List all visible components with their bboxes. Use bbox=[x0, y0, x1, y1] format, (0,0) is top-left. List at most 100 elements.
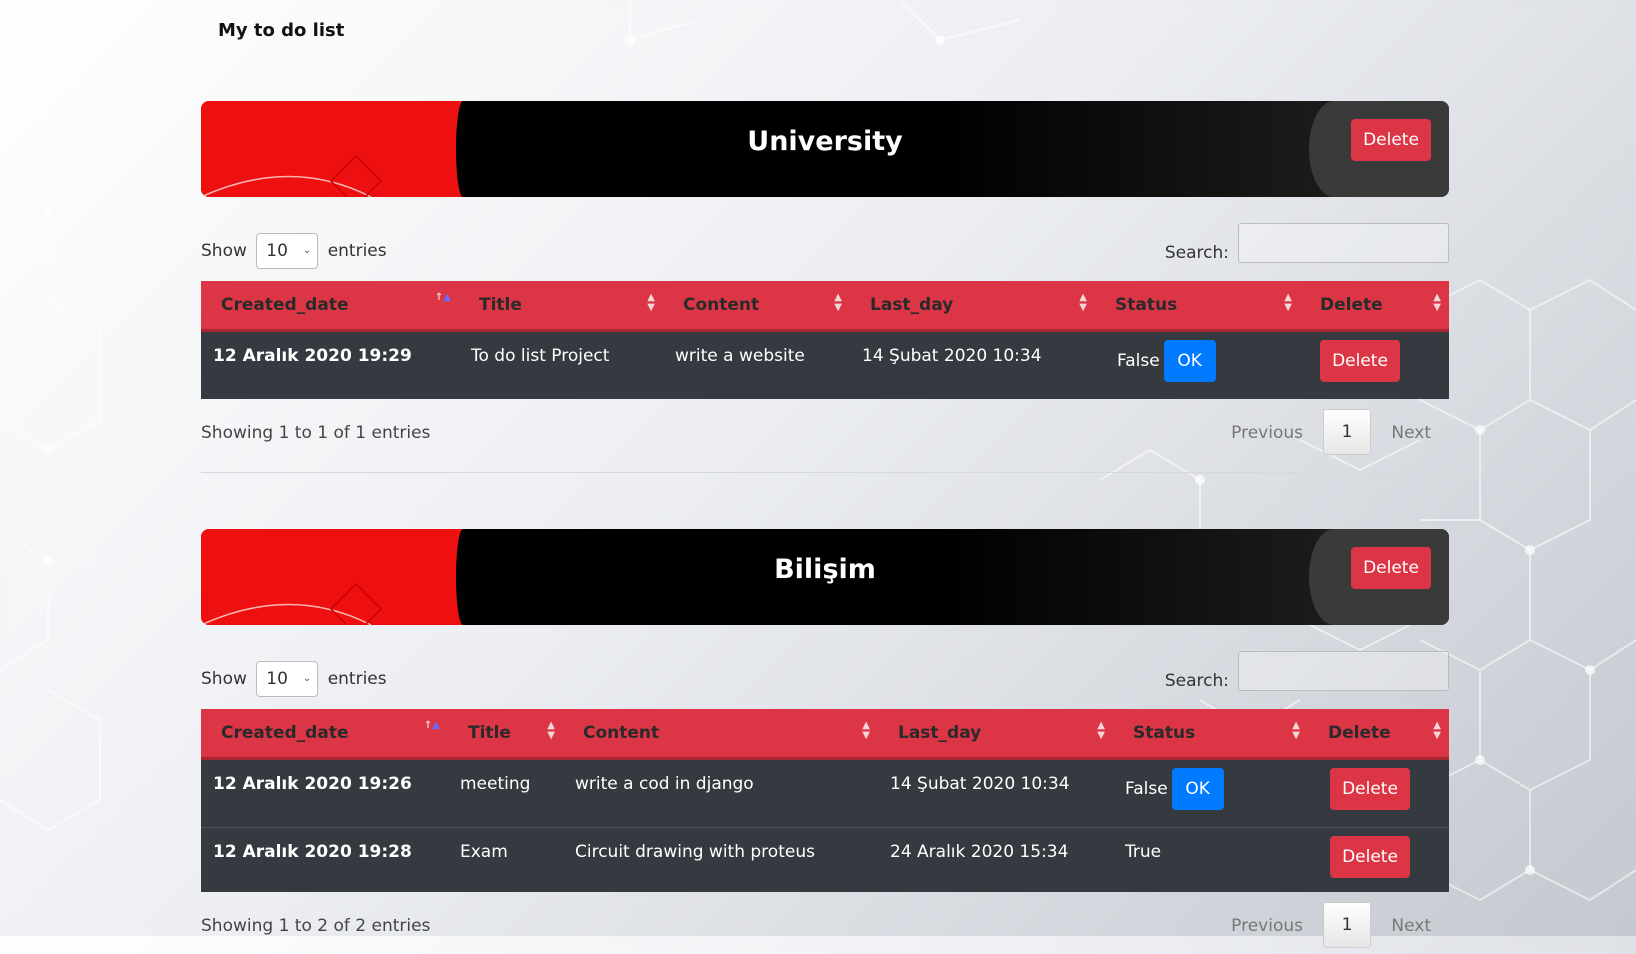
sort-icon: ▲ ▼ bbox=[862, 720, 870, 741]
table-footer: Showing 1 to 2 of 2 entries Previous 1 N… bbox=[201, 892, 1449, 954]
column-label: Delete bbox=[1328, 723, 1391, 743]
sort-icon: ▲ ▼ bbox=[1433, 292, 1441, 313]
column-header-delete[interactable]: Delete ▲ ▼ bbox=[1300, 281, 1449, 332]
cell-content: Circuit drawing with proteus bbox=[563, 827, 878, 892]
cell-last-day: 14 Şubat 2020 10:34 bbox=[850, 330, 1095, 399]
cell-delete: Delete bbox=[1308, 758, 1449, 828]
previous-page-button[interactable]: Previous bbox=[1231, 916, 1303, 936]
todo-list-university: University Delete Show 10 ⌄ entries Searc… bbox=[201, 101, 1449, 461]
cell-status: False OK bbox=[1095, 330, 1300, 399]
page-size-value: 10 bbox=[266, 241, 288, 261]
delete-list-button[interactable]: Delete bbox=[1351, 119, 1431, 161]
chevron-down-icon: ⌄ bbox=[302, 673, 312, 684]
todo-list-bilisim: Bilişim Delete Show 10 ⌄ entries Search: … bbox=[201, 529, 1449, 954]
column-label: Delete bbox=[1320, 295, 1383, 315]
page-size-value: 10 bbox=[266, 669, 288, 689]
page-number-button[interactable]: 1 bbox=[1323, 408, 1371, 455]
section-divider bbox=[201, 472, 1449, 473]
column-header-status[interactable]: Status ▲ ▼ bbox=[1095, 281, 1300, 332]
cell-title: meeting bbox=[448, 758, 563, 828]
column-label: Status bbox=[1115, 295, 1178, 315]
cell-last-day: 14 Şubat 2020 10:34 bbox=[878, 758, 1113, 828]
column-header-last-day[interactable]: Last_day ▲ ▼ bbox=[878, 709, 1113, 760]
todo-table: Created_date ↑▲ Title ▲ ▼ Content ▲ ▼ Last_da… bbox=[201, 709, 1449, 892]
entries-label: entries bbox=[327, 241, 387, 261]
cell-created-date: 12 Aralık 2020 19:26 bbox=[201, 758, 448, 828]
cell-content: write a website bbox=[663, 330, 850, 399]
column-header-title[interactable]: Title ▲ ▼ bbox=[459, 281, 663, 332]
cell-created-date: 12 Aralık 2020 19:28 bbox=[201, 827, 448, 892]
column-label: Title bbox=[468, 723, 511, 743]
page-size-control: Show 10 ⌄ entries bbox=[201, 661, 387, 697]
page-size-select[interactable]: 10 ⌄ bbox=[256, 233, 319, 269]
cell-delete: Delete bbox=[1300, 330, 1449, 399]
column-header-created-date[interactable]: Created_date ↑▲ bbox=[201, 709, 448, 760]
cell-created-date: 12 Aralık 2020 19:29 bbox=[201, 330, 459, 399]
column-header-content[interactable]: Content ▲ ▼ bbox=[563, 709, 878, 760]
table-controls: Show 10 ⌄ entries Search: bbox=[201, 651, 1449, 709]
sort-icon: ▲ ▼ bbox=[1292, 720, 1300, 741]
entries-info: Showing 1 to 2 of 2 entries bbox=[201, 915, 431, 936]
sort-icon: ▲ ▼ bbox=[647, 292, 655, 313]
cell-title: Exam bbox=[448, 827, 563, 892]
delete-row-button[interactable]: Delete bbox=[1330, 768, 1410, 810]
next-page-button[interactable]: Next bbox=[1391, 916, 1431, 936]
list-title: University bbox=[747, 126, 903, 157]
sort-icon: ▲ ▼ bbox=[547, 720, 555, 741]
search-input[interactable] bbox=[1238, 223, 1449, 263]
delete-row-button[interactable]: Delete bbox=[1330, 836, 1410, 878]
search-label: Search: bbox=[1164, 243, 1229, 263]
status-value: True bbox=[1125, 842, 1162, 862]
column-label: Created_date bbox=[221, 723, 349, 743]
cell-content: write a cod in django bbox=[563, 758, 878, 828]
ok-button[interactable]: OK bbox=[1171, 768, 1224, 810]
delete-row-button[interactable]: Delete bbox=[1320, 340, 1400, 382]
cell-status: True bbox=[1113, 827, 1308, 892]
column-label: Last_day bbox=[898, 723, 982, 743]
sort-asc-icon: ↑▲ bbox=[434, 292, 451, 303]
table-row: 12 Aralık 2020 19:29 To do list Project … bbox=[201, 330, 1449, 399]
cell-status: False OK bbox=[1113, 758, 1308, 828]
entries-label: entries bbox=[327, 669, 387, 689]
column-header-delete[interactable]: Delete ▲ ▼ bbox=[1308, 709, 1449, 760]
status-value: False bbox=[1117, 351, 1160, 371]
list-title: Bilişim bbox=[774, 554, 876, 585]
column-label: Status bbox=[1133, 723, 1196, 743]
next-page-button[interactable]: Next bbox=[1391, 423, 1431, 443]
cell-last-day: 24 Aralık 2020 15:34 bbox=[878, 827, 1113, 892]
column-header-created-date[interactable]: Created_date ↑▲ bbox=[201, 281, 459, 332]
page-size-select[interactable]: 10 ⌄ bbox=[256, 661, 319, 697]
show-label: Show bbox=[201, 669, 247, 689]
page-size-control: Show 10 ⌄ entries bbox=[201, 233, 387, 269]
previous-page-button[interactable]: Previous bbox=[1231, 423, 1303, 443]
column-label: Created_date bbox=[221, 295, 349, 315]
column-header-status[interactable]: Status ▲ ▼ bbox=[1113, 709, 1308, 760]
column-label: Content bbox=[583, 723, 660, 743]
search-input[interactable] bbox=[1238, 651, 1449, 691]
sort-icon: ▲ ▼ bbox=[1284, 292, 1292, 313]
sort-icon: ▲ ▼ bbox=[1079, 292, 1087, 313]
sort-icon: ▲ ▼ bbox=[1433, 720, 1441, 741]
chevron-down-icon: ⌄ bbox=[302, 245, 312, 256]
column-header-title[interactable]: Title ▲ ▼ bbox=[448, 709, 563, 760]
column-label: Last_day bbox=[870, 295, 954, 315]
cell-delete: Delete bbox=[1308, 827, 1449, 892]
cell-title: To do list Project bbox=[459, 330, 663, 399]
entries-info: Showing 1 to 1 of 1 entries bbox=[201, 422, 431, 443]
sort-asc-icon: ↑▲ bbox=[423, 720, 440, 731]
table-footer: Showing 1 to 1 of 1 entries Previous 1 N… bbox=[201, 399, 1449, 461]
todo-table: Created_date ↑▲ Title ▲ ▼ Content ▲ ▼ Last_da… bbox=[201, 281, 1449, 399]
delete-list-button[interactable]: Delete bbox=[1351, 547, 1431, 589]
column-header-last-day[interactable]: Last_day ▲ ▼ bbox=[850, 281, 1095, 332]
ok-button[interactable]: OK bbox=[1163, 340, 1216, 382]
sort-icon: ▲ ▼ bbox=[834, 292, 842, 313]
column-header-content[interactable]: Content ▲ ▼ bbox=[663, 281, 850, 332]
show-label: Show bbox=[201, 241, 247, 261]
page-number-button[interactable]: 1 bbox=[1323, 901, 1371, 948]
brand-title[interactable]: My to do list bbox=[218, 20, 344, 41]
search-label: Search: bbox=[1164, 671, 1229, 691]
sort-icon: ▲ ▼ bbox=[1097, 720, 1105, 741]
column-label: Title bbox=[479, 295, 522, 315]
status-value: False bbox=[1125, 779, 1168, 799]
table-row: 12 Aralık 2020 19:28 Exam Circuit drawin… bbox=[201, 827, 1449, 892]
